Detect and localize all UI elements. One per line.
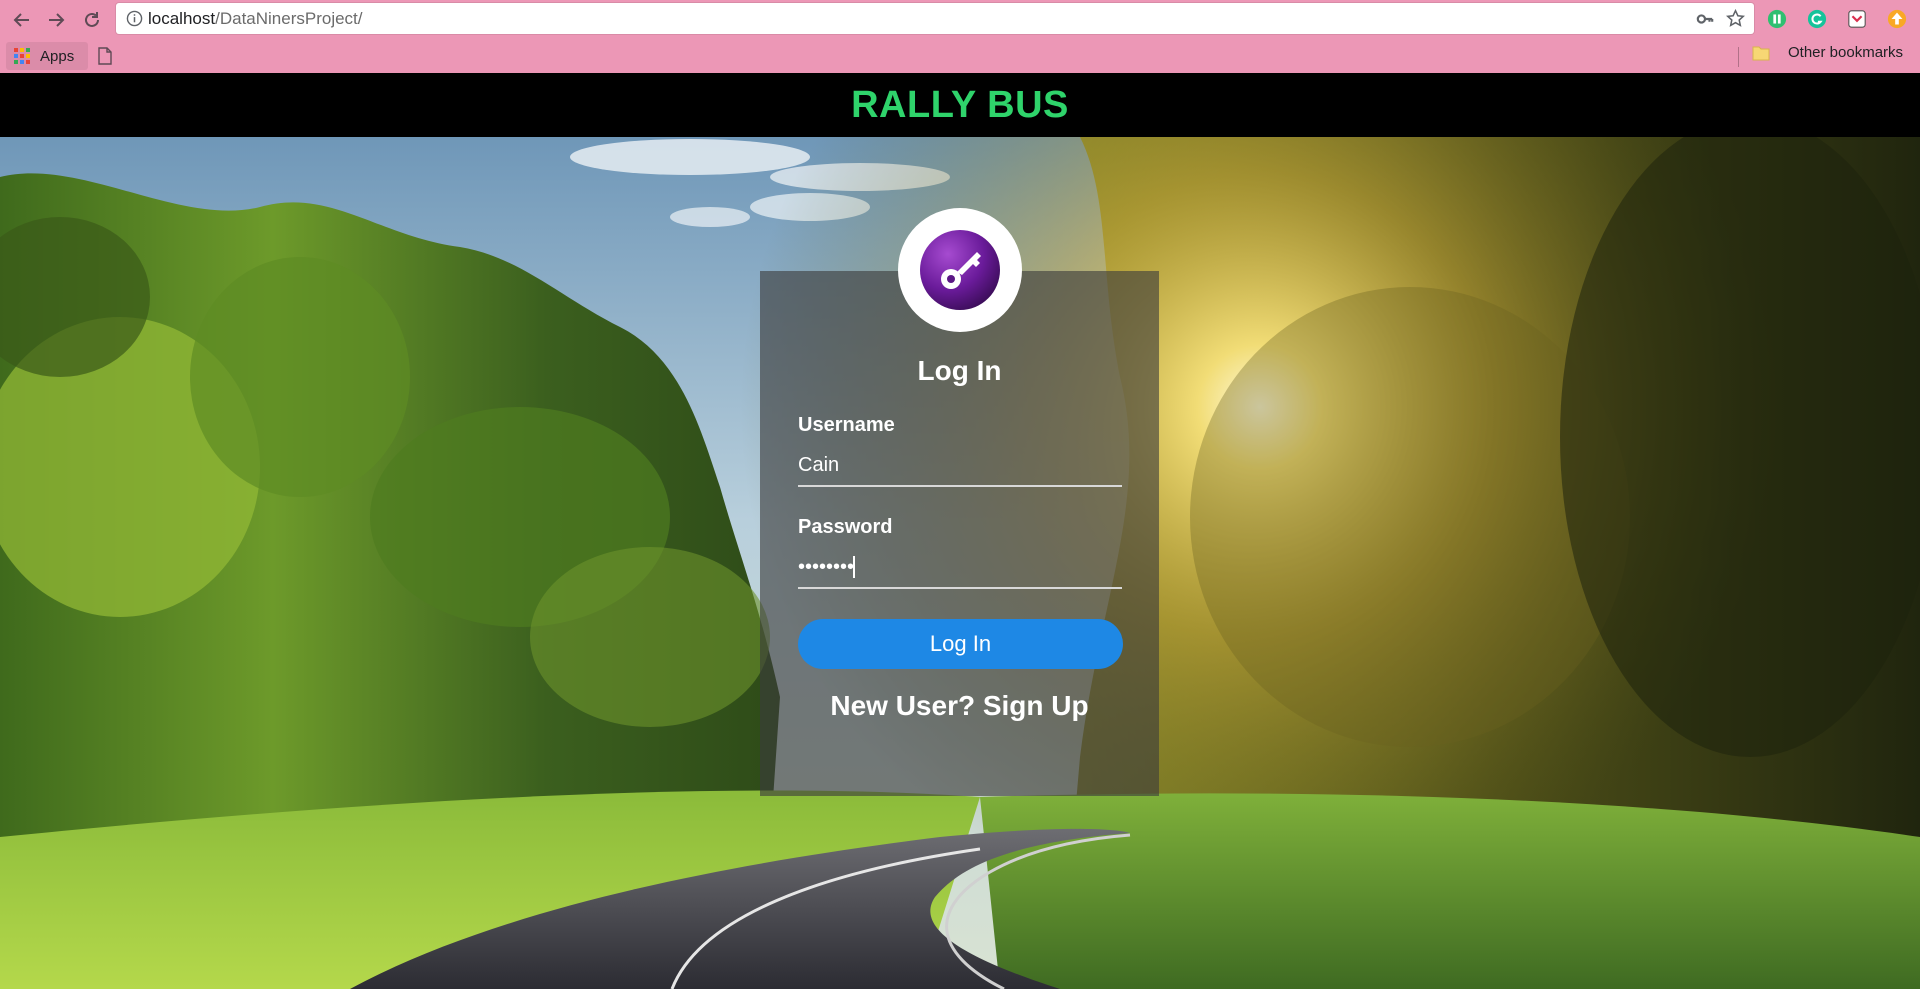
url-text[interactable]: localhost/DataNinersProject/ [148,9,363,29]
apps-bookmark[interactable]: Apps [6,42,88,70]
reload-icon [85,12,99,27]
url-path: /DataNinersProject/ [215,9,363,28]
pocket-icon [1848,10,1866,28]
star-icon[interactable] [1726,9,1745,28]
back-button[interactable] [8,6,36,34]
login-avatar [898,208,1022,332]
info-icon[interactable] [126,10,143,27]
site-title: RALLY BUS [851,83,1069,126]
password-input[interactable] [798,547,1122,589]
login-button[interactable]: Log In [798,619,1123,669]
key-icon[interactable] [1696,10,1714,28]
grammarly-icon [1807,9,1827,29]
apps-grid-icon [14,48,30,64]
username-input[interactable] [798,445,1122,487]
extension-orange-icon [1887,9,1907,29]
password-label: Password [798,516,893,538]
login-title: Log In [917,355,1002,386]
site-header: RALLY BUS [0,73,1920,137]
apps-label: Apps [40,47,75,65]
url-host: localhost [148,9,216,28]
extension-icon-1[interactable] [1766,8,1788,30]
signup-link[interactable]: New User? Sign Up [760,690,1159,722]
grammarly-extension[interactable] [1806,8,1828,30]
text-caret [853,556,855,578]
other-bookmarks[interactable]: Other bookmarks [1752,44,1903,61]
folder-icon [1752,46,1770,60]
extension-green-icon [1767,9,1787,29]
browser-chrome: localhost/DataNinersProject/ Apps Other … [0,0,1920,73]
forward-button[interactable] [42,6,70,34]
extension-orange[interactable] [1886,8,1908,30]
arrow-right-icon [49,13,65,27]
address-bar[interactable]: localhost/DataNinersProject/ [116,3,1754,34]
browser-toolbar: localhost/DataNinersProject/ [0,0,1920,39]
bookmarks-bar: Apps Other bookmarks [0,39,1920,73]
page-icon[interactable] [98,47,112,65]
pocket-extension[interactable] [1846,8,1868,30]
arrow-left-icon [13,13,29,27]
reload-button[interactable] [78,6,106,34]
bookmarks-divider [1738,47,1739,67]
username-label: Username [798,414,895,436]
other-bookmarks-label: Other bookmarks [1788,44,1904,61]
key-icon [920,230,1000,310]
